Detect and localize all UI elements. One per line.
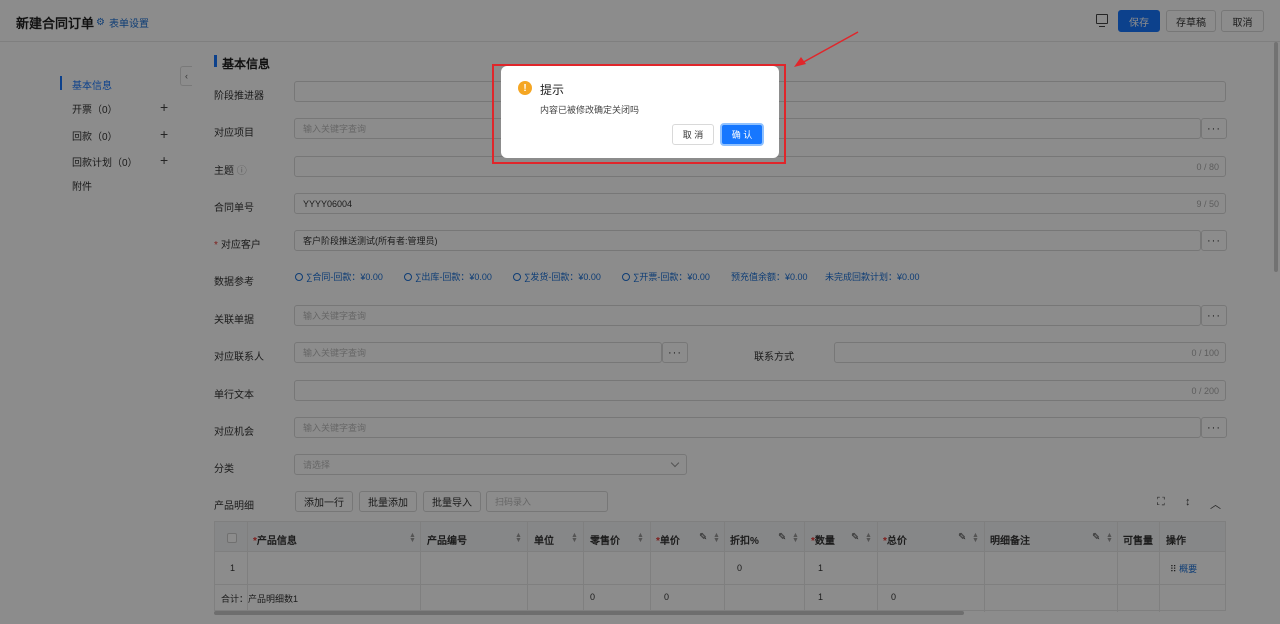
- annotation-arrow-icon: [794, 31, 859, 67]
- annotation-highlight-box: [492, 64, 786, 164]
